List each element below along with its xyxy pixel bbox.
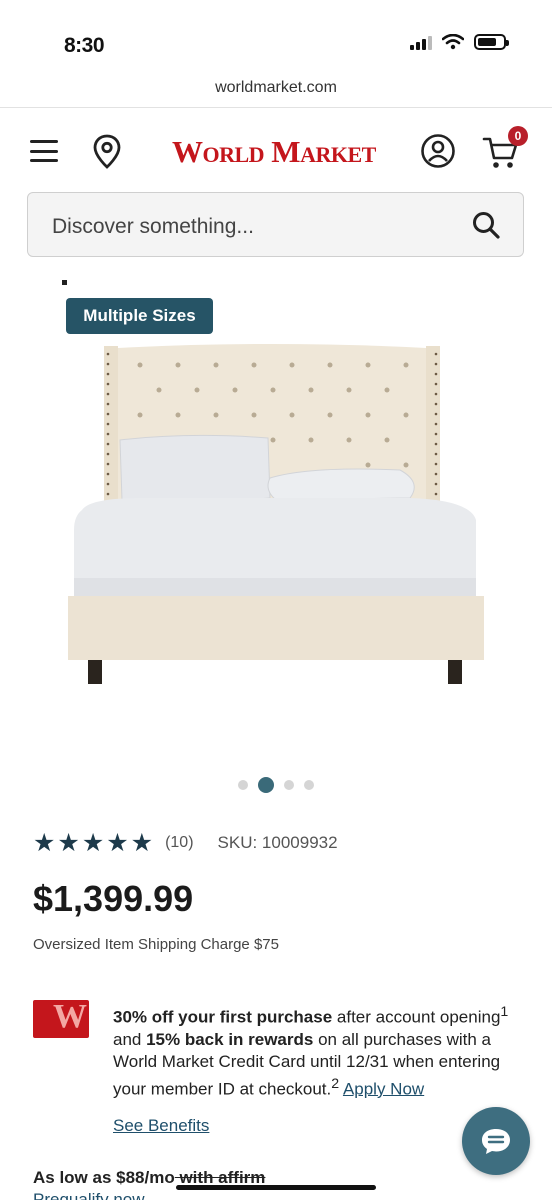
search-icon[interactable]: [471, 210, 501, 240]
decorative-dot: [62, 280, 67, 285]
see-benefits-link[interactable]: See Benefits: [113, 1116, 209, 1136]
star-rating[interactable]: ★★★★★: [33, 828, 155, 858]
menu-icon[interactable]: [30, 140, 58, 162]
account-icon[interactable]: [420, 133, 456, 169]
status-bar: 8:30: [0, 0, 552, 70]
review-count[interactable]: (10): [165, 834, 193, 852]
multiple-sizes-badge: Multiple Sizes: [66, 298, 213, 334]
home-indicator[interactable]: [176, 1185, 376, 1190]
wifi-icon: [442, 34, 464, 50]
cart-count-badge[interactable]: 0: [508, 126, 528, 146]
search-placeholder: Discover something...: [52, 215, 254, 238]
status-icons: [410, 34, 509, 50]
card-logo-letter: W: [53, 1000, 87, 1035]
credit-card-image: W: [33, 1000, 89, 1038]
status-time: 8:30: [64, 34, 105, 57]
image-carousel-dots[interactable]: [0, 777, 552, 793]
sku: SKU: 10009932: [217, 833, 338, 852]
site-header: World Market: [0, 120, 552, 182]
cellular-signal-icon: [410, 34, 432, 50]
product-image-bed[interactable]: [60, 340, 492, 690]
prequalify-link[interactable]: Prequalify now: [33, 1190, 145, 1200]
world-market-logo[interactable]: World Market: [172, 134, 376, 170]
browser-url-bar[interactable]: worldmarket.com: [0, 72, 552, 108]
battery-icon: [474, 34, 509, 50]
carousel-dot[interactable]: [284, 780, 294, 790]
apply-now-link[interactable]: Apply Now: [343, 1079, 424, 1098]
chat-button[interactable]: [462, 1107, 530, 1175]
credit-card-promo: 30% off your first purchase after accoun…: [113, 1004, 509, 1099]
carousel-dot[interactable]: [238, 780, 248, 790]
location-pin-icon[interactable]: [92, 134, 122, 170]
product-price: $1,399.99: [33, 878, 194, 919]
shipping-note: Oversized Item Shipping Charge $75: [33, 936, 279, 953]
carousel-dot-active[interactable]: [258, 777, 274, 793]
chat-bubble-icon: [482, 1129, 510, 1154]
rating-row: ★★★★★ (10) SKU: 10009932: [33, 828, 338, 858]
search-input[interactable]: Discover something...: [27, 192, 524, 257]
carousel-dot[interactable]: [304, 780, 314, 790]
